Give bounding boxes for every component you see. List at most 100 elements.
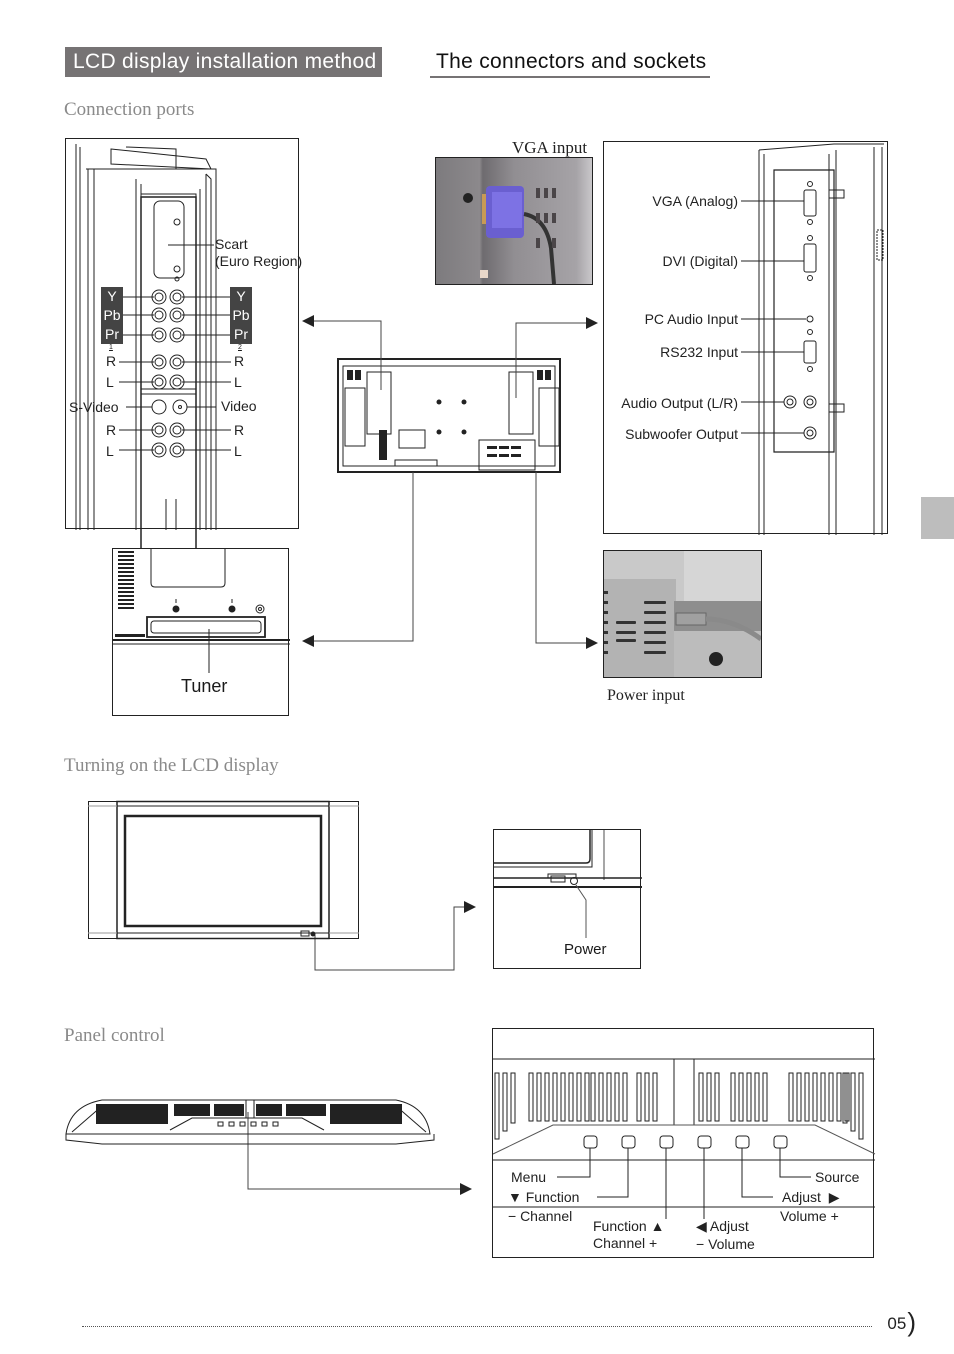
arrow-head-left (302, 315, 314, 327)
vent-slot (502, 1072, 508, 1132)
vent-slot (560, 1072, 566, 1122)
component-2-labels: Y Pb Pr (230, 287, 252, 344)
vent-slot (788, 1072, 794, 1122)
audio2-l-left: L (106, 443, 114, 459)
tuner-label: Tuner (181, 676, 228, 696)
arrow-head-right (464, 901, 476, 913)
component-label-pr: Pr (231, 325, 251, 344)
vent-slot (698, 1072, 704, 1122)
audio1-l-right: L (234, 374, 242, 390)
vent-slot (730, 1072, 736, 1122)
vent-slot (536, 1072, 542, 1122)
pc-panel-drawing (741, 143, 884, 535)
source-label: Source (815, 1169, 860, 1185)
power-input-photo (603, 550, 762, 678)
vent-slots (494, 1072, 864, 1140)
arrow-head-right (460, 1183, 472, 1195)
component-label-pb: Pb (231, 306, 251, 325)
vent-slot (584, 1072, 590, 1122)
subwoofer-output-label: Subwoofer Output (625, 426, 738, 442)
function-down-label: ▼ Function (508, 1189, 580, 1205)
vent-slot (622, 1072, 628, 1122)
svideo-label: S-Video (69, 399, 119, 415)
connection-ports-title: Connection ports (64, 99, 195, 120)
volume-plus-label: Volume + (780, 1208, 839, 1224)
tv-bottom-drawing (65, 1099, 435, 1145)
audio1-r-left: R (106, 353, 117, 369)
video-label: Video (221, 398, 257, 414)
power-cable-illustration (604, 551, 761, 677)
arrow-line-power-input (535, 472, 590, 644)
vent-slot (652, 1072, 658, 1122)
function-up-label: Function ▲ (593, 1218, 665, 1234)
adjust-left-label: ◀ Adjust (696, 1218, 749, 1234)
vent-slot (762, 1072, 768, 1122)
turning-on-title: Turning on the LCD display (64, 755, 279, 776)
vent-slot (644, 1072, 650, 1122)
vent-slot (568, 1072, 574, 1122)
subsection-header: The connectors and sockets (430, 47, 711, 78)
arrow-head-right (586, 317, 598, 329)
vent-slot (738, 1072, 744, 1122)
page-number-bracket: ) (907, 1307, 916, 1337)
panel-button-function-up[interactable] (659, 1135, 674, 1149)
component-label-pb: Pb (102, 306, 122, 325)
vent-slot (606, 1072, 612, 1122)
power-input-caption: Power input (607, 687, 685, 704)
panel-button-adjust-right[interactable] (735, 1135, 750, 1149)
audio1-l-left: L (106, 374, 114, 390)
vent-slot (746, 1072, 752, 1122)
power-label: Power (564, 941, 607, 958)
rs232-input-label: RS232 Input (660, 344, 738, 360)
pc-audio-input-label: PC Audio Input (644, 311, 738, 327)
panel-button-menu[interactable] (583, 1135, 598, 1149)
component-label-pr: Pr (102, 325, 122, 344)
vent-slot (576, 1072, 582, 1122)
tv-back-drawing (342, 365, 560, 471)
volume-minus-label: − Volume (696, 1236, 755, 1252)
vent-slot (598, 1072, 604, 1122)
tv-back-view (337, 358, 561, 473)
tuner-diagram: Tuner (112, 548, 290, 716)
channel-minus-label: − Channel (508, 1208, 573, 1224)
panel-button-adjust-left[interactable] (697, 1135, 712, 1149)
footer-dotted-line (82, 1326, 872, 1327)
vent-slot (510, 1072, 516, 1124)
channel-plus-label: Channel + (593, 1235, 658, 1251)
vent-slot (828, 1072, 834, 1122)
vga-connector-illustration (463, 186, 556, 284)
page-number-text: 05 (887, 1314, 907, 1333)
vga-analog-label: VGA (Analog) (652, 193, 738, 209)
tv-front-view (88, 800, 359, 940)
vent-slot (858, 1072, 864, 1140)
component-index-2: 2 (238, 344, 242, 351)
component-label-y: Y (102, 287, 122, 306)
vga-input-caption: VGA input (512, 138, 588, 157)
scart-label: Scart (215, 236, 248, 252)
vent-slot (850, 1072, 856, 1132)
panel-button-function-down[interactable] (621, 1135, 636, 1149)
vent-slot (804, 1072, 810, 1122)
arrow-head-left (302, 635, 314, 647)
vent-slot (528, 1072, 534, 1122)
vent-slot (714, 1072, 720, 1122)
audio1-r-right: R (234, 353, 245, 369)
vent-slot (754, 1072, 760, 1122)
menu-label: Menu (511, 1169, 547, 1185)
vent-slot (706, 1072, 712, 1122)
vent-slot (614, 1072, 620, 1122)
vga-input-photo (435, 157, 593, 285)
dvi-digital-label: DVI (Digital) (662, 253, 738, 269)
scart-region-label: (Euro Region) (215, 253, 303, 269)
page-side-tab (921, 497, 954, 539)
pc-connector-panel-diagram: VGA (Analog) DVI (Digital) PC Audio Inpu… (603, 141, 888, 535)
audio2-r-right: R (234, 422, 245, 438)
panel-control-detail: Menu ▼ Function − Channel Function ▲ Cha… (492, 1028, 876, 1258)
adjust-right-label: Adjust ▶ (782, 1189, 840, 1205)
vent-slot (812, 1072, 818, 1122)
arrow-head-right (586, 637, 598, 649)
component-1-labels: Y Pb Pr (101, 287, 123, 344)
vent-slot (590, 1072, 596, 1122)
panel-button-source[interactable] (773, 1135, 788, 1149)
vent-slot (544, 1072, 550, 1122)
